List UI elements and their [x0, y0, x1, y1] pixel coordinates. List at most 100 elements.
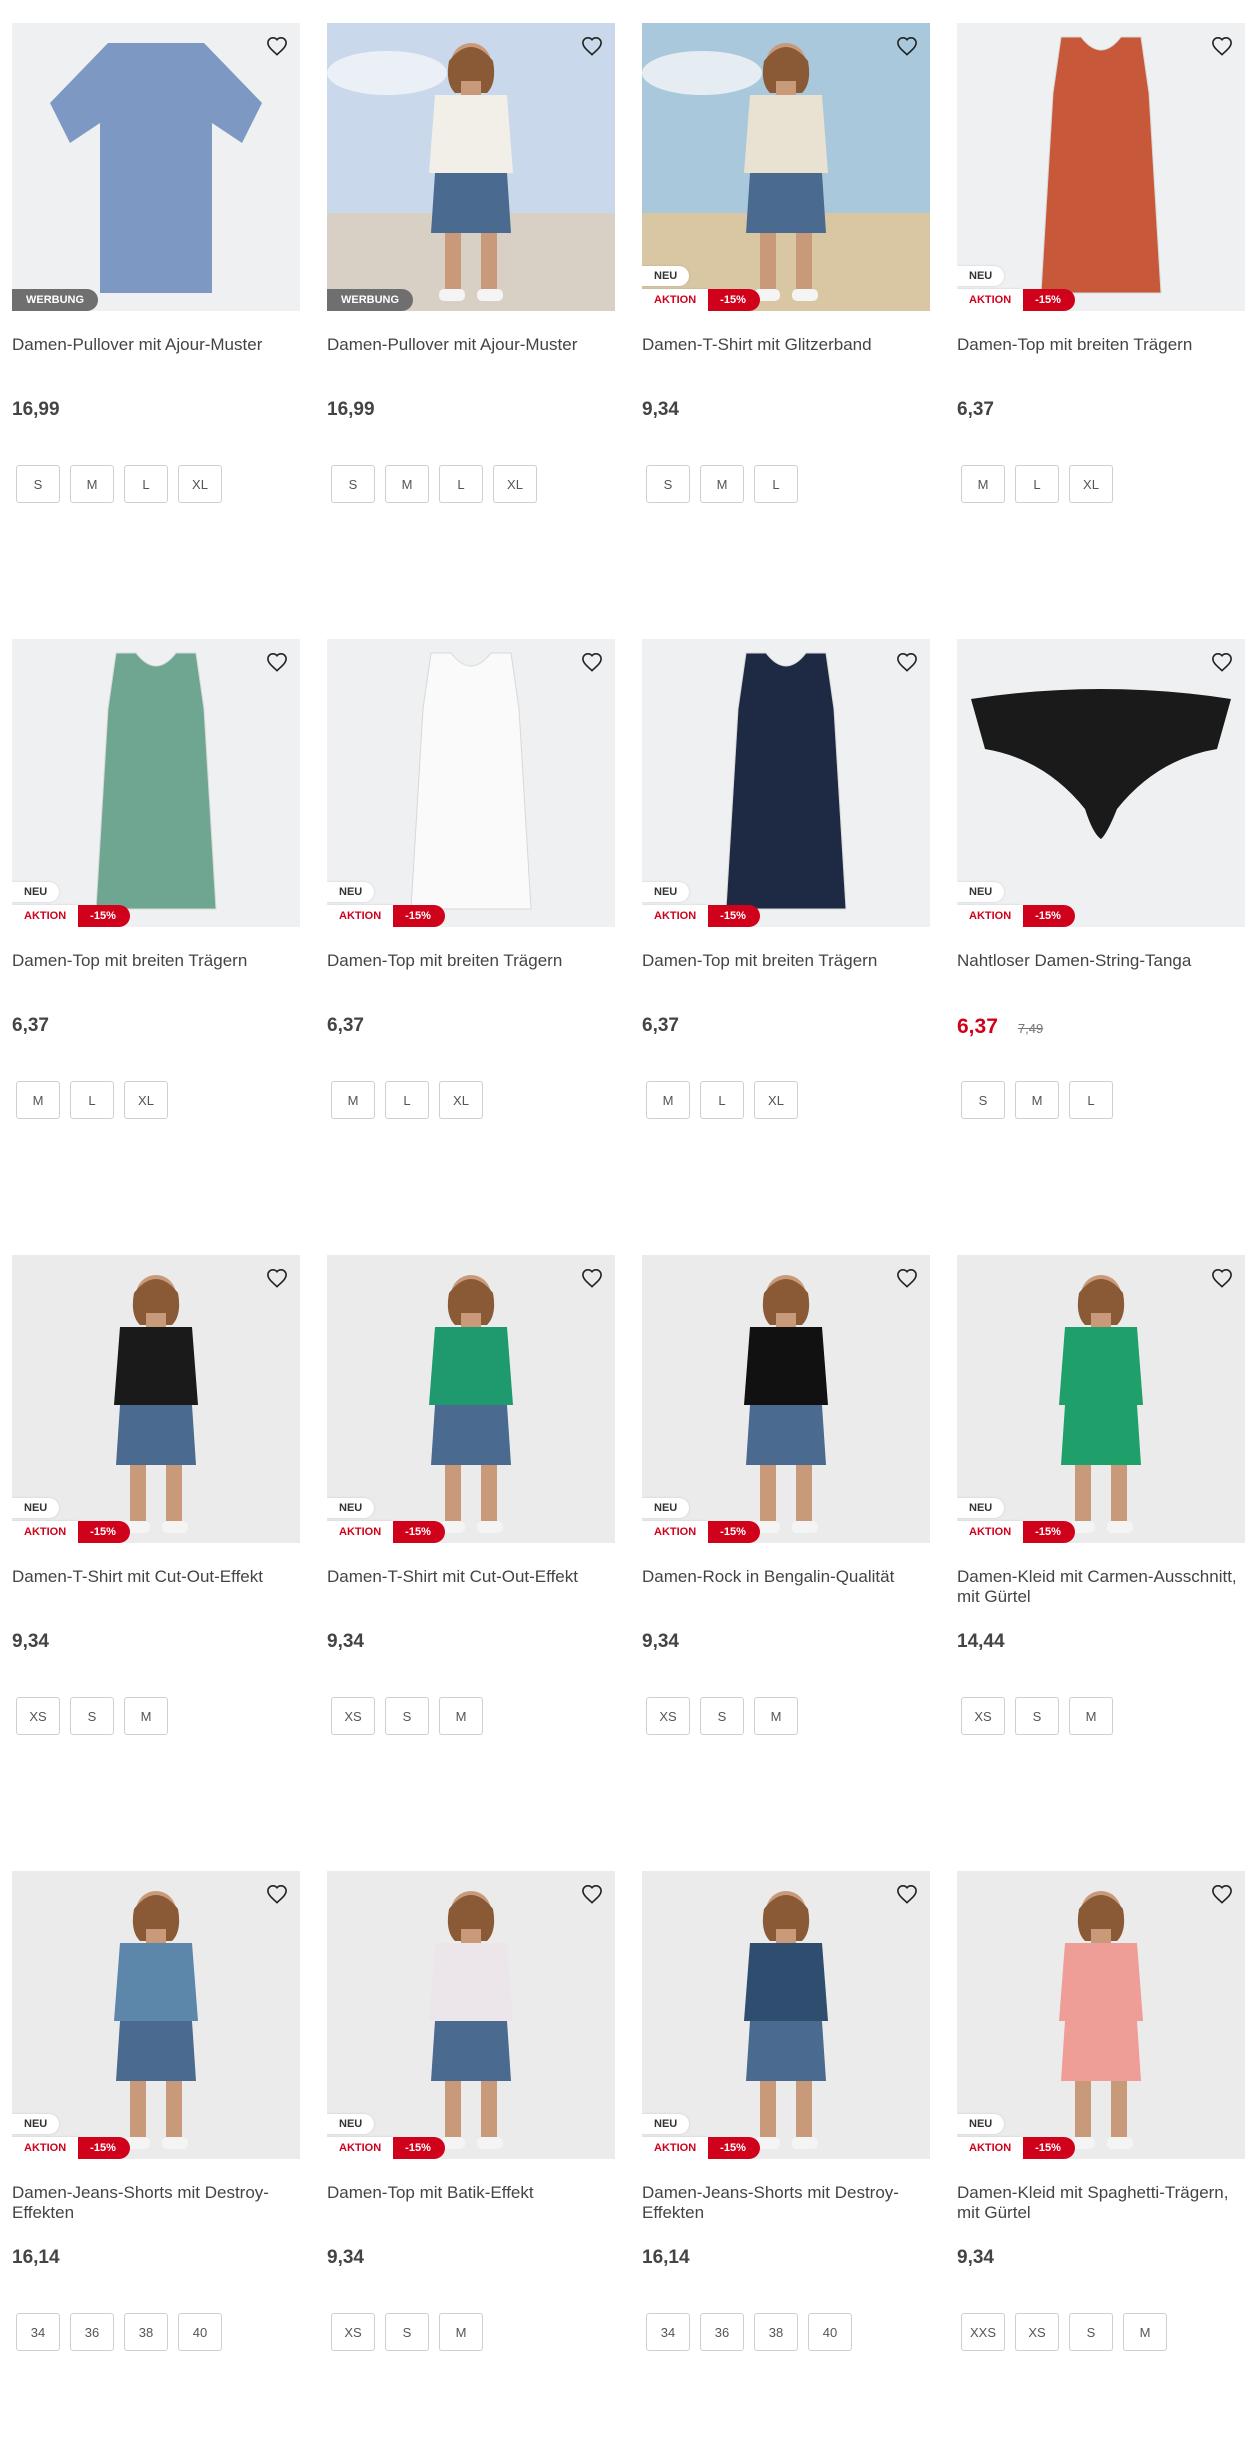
- size-option-m[interactable]: M: [70, 465, 114, 503]
- size-option-m[interactable]: M: [16, 1081, 60, 1119]
- product-image[interactable]: NEU AKTION -15%: [957, 639, 1245, 927]
- wishlist-heart-icon[interactable]: [264, 649, 290, 675]
- size-option-m[interactable]: M: [700, 465, 744, 503]
- product-title[interactable]: Damen-Top mit breiten Trägern: [957, 335, 1245, 379]
- product-card[interactable]: NEU AKTION -15% Damen-Jeans-Shorts mit Dest…: [642, 1871, 930, 2431]
- size-option-m[interactable]: M: [439, 1697, 483, 1735]
- size-option-m[interactable]: M: [646, 1081, 690, 1119]
- size-option-m[interactable]: M: [385, 465, 429, 503]
- product-card[interactable]: NEU AKTION -15% Damen-Top mit breiten Träge…: [12, 639, 300, 1199]
- size-option-l[interactable]: L: [754, 465, 798, 503]
- product-image[interactable]: NEU AKTION -15%: [957, 23, 1245, 311]
- size-option-l[interactable]: L: [439, 465, 483, 503]
- size-option-m[interactable]: M: [1123, 2313, 1167, 2351]
- product-title[interactable]: Damen-Kleid mit Carmen-Ausschnitt, mit G…: [957, 1567, 1245, 1611]
- wishlist-heart-icon[interactable]: [579, 649, 605, 675]
- wishlist-heart-icon[interactable]: [264, 1881, 290, 1907]
- size-option-l[interactable]: L: [1015, 465, 1059, 503]
- size-option-xl[interactable]: XL: [439, 1081, 483, 1119]
- size-option-s[interactable]: S: [1069, 2313, 1113, 2351]
- product-card[interactable]: NEU AKTION -15% Damen-T-Shirt mit Glitzerba…: [642, 23, 930, 583]
- size-option-m[interactable]: M: [331, 1081, 375, 1119]
- product-title[interactable]: Damen-Jeans-Shorts mit Destroy-Effekten: [642, 2183, 930, 2227]
- product-title[interactable]: Damen-Pullover mit Ajour-Muster: [12, 335, 300, 379]
- size-option-s[interactable]: S: [331, 465, 375, 503]
- product-card[interactable]: NEU AKTION -15% Damen-Top mit breiten Träge…: [957, 23, 1245, 583]
- product-card[interactable]: NEU AKTION -15% Damen-T-Shirt mit Cut-Out-E…: [12, 1255, 300, 1815]
- size-option-xs[interactable]: XS: [1015, 2313, 1059, 2351]
- product-image[interactable]: WERBUNG: [12, 23, 300, 311]
- size-option-s[interactable]: S: [961, 1081, 1005, 1119]
- size-option-l[interactable]: L: [1069, 1081, 1113, 1119]
- product-card[interactable]: NEU AKTION -15% Damen-Top mit breiten Träge…: [642, 639, 930, 1199]
- product-card[interactable]: NEU AKTION -15% Damen-Kleid mit Spaghetti-T…: [957, 1871, 1245, 2431]
- wishlist-heart-icon[interactable]: [1209, 1881, 1235, 1907]
- product-title[interactable]: Damen-Pullover mit Ajour-Muster: [327, 335, 615, 379]
- size-option-s[interactable]: S: [646, 465, 690, 503]
- product-title[interactable]: Damen-Rock in Bengalin-Qualität: [642, 1567, 930, 1611]
- size-option-xl[interactable]: XL: [1069, 465, 1113, 503]
- product-title[interactable]: Damen-Top mit breiten Trägern: [642, 951, 930, 995]
- size-option-l[interactable]: L: [385, 1081, 429, 1119]
- size-option-40[interactable]: 40: [178, 2313, 222, 2351]
- product-title[interactable]: Damen-T-Shirt mit Cut-Out-Effekt: [12, 1567, 300, 1611]
- size-option-xs[interactable]: XS: [646, 1697, 690, 1735]
- size-option-m[interactable]: M: [961, 465, 1005, 503]
- wishlist-heart-icon[interactable]: [894, 649, 920, 675]
- product-title[interactable]: Damen-Top mit Batik-Effekt: [327, 2183, 615, 2227]
- product-title[interactable]: Nahtloser Damen-String-Tanga: [957, 951, 1245, 995]
- size-option-xs[interactable]: XS: [331, 1697, 375, 1735]
- size-option-s[interactable]: S: [385, 1697, 429, 1735]
- size-option-xl[interactable]: XL: [124, 1081, 168, 1119]
- product-image[interactable]: NEU AKTION -15%: [327, 1871, 615, 2159]
- size-option-38[interactable]: 38: [754, 2313, 798, 2351]
- wishlist-heart-icon[interactable]: [579, 1881, 605, 1907]
- size-option-36[interactable]: 36: [700, 2313, 744, 2351]
- size-option-s[interactable]: S: [16, 465, 60, 503]
- product-title[interactable]: Damen-Jeans-Shorts mit Destroy-Effekten: [12, 2183, 300, 2227]
- product-image[interactable]: NEU AKTION -15%: [327, 639, 615, 927]
- size-option-xl[interactable]: XL: [493, 465, 537, 503]
- size-option-34[interactable]: 34: [16, 2313, 60, 2351]
- wishlist-heart-icon[interactable]: [1209, 33, 1235, 59]
- product-image[interactable]: NEU AKTION -15%: [957, 1871, 1245, 2159]
- product-image[interactable]: NEU AKTION -15%: [327, 1255, 615, 1543]
- wishlist-heart-icon[interactable]: [894, 1265, 920, 1291]
- size-option-xxs[interactable]: XXS: [961, 2313, 1005, 2351]
- product-title[interactable]: Damen-T-Shirt mit Cut-Out-Effekt: [327, 1567, 615, 1611]
- size-option-xs[interactable]: XS: [961, 1697, 1005, 1735]
- size-option-s[interactable]: S: [1015, 1697, 1059, 1735]
- product-card[interactable]: NEU AKTION -15% Damen-Jeans-Shorts mit Dest…: [12, 1871, 300, 2431]
- wishlist-heart-icon[interactable]: [1209, 1265, 1235, 1291]
- product-card[interactable]: NEU AKTION -15% Damen-Rock in Bengalin-Qual…: [642, 1255, 930, 1815]
- size-option-m[interactable]: M: [439, 2313, 483, 2351]
- size-option-m[interactable]: M: [1015, 1081, 1059, 1119]
- size-option-m[interactable]: M: [1069, 1697, 1113, 1735]
- wishlist-heart-icon[interactable]: [894, 33, 920, 59]
- product-image[interactable]: NEU AKTION -15%: [12, 1255, 300, 1543]
- product-title[interactable]: Damen-Top mit breiten Trägern: [327, 951, 615, 995]
- wishlist-heart-icon[interactable]: [1209, 649, 1235, 675]
- product-image[interactable]: NEU AKTION -15%: [957, 1255, 1245, 1543]
- product-card[interactable]: NEU AKTION -15% Nahtloser Damen-String-Tang…: [957, 639, 1245, 1199]
- size-option-34[interactable]: 34: [646, 2313, 690, 2351]
- product-title[interactable]: Damen-Kleid mit Spaghetti-Trägern, mit G…: [957, 2183, 1245, 2227]
- product-card[interactable]: NEU AKTION -15% Damen-Top mit breiten Träge…: [327, 639, 615, 1199]
- size-option-xl[interactable]: XL: [178, 465, 222, 503]
- size-option-xl[interactable]: XL: [754, 1081, 798, 1119]
- product-image[interactable]: NEU AKTION -15%: [12, 1871, 300, 2159]
- size-option-36[interactable]: 36: [70, 2313, 114, 2351]
- product-image[interactable]: NEU AKTION -15%: [642, 1871, 930, 2159]
- product-title[interactable]: Damen-T-Shirt mit Glitzerband: [642, 335, 930, 379]
- size-option-s[interactable]: S: [385, 2313, 429, 2351]
- size-option-xs[interactable]: XS: [331, 2313, 375, 2351]
- product-title[interactable]: Damen-Top mit breiten Trägern: [12, 951, 300, 995]
- product-image[interactable]: WERBUNG: [327, 23, 615, 311]
- product-image[interactable]: NEU AKTION -15%: [12, 639, 300, 927]
- product-card[interactable]: WERBUNG Damen-Pullover mit Ajour-Muster 16…: [12, 23, 300, 583]
- size-option-l[interactable]: L: [70, 1081, 114, 1119]
- size-option-l[interactable]: L: [700, 1081, 744, 1119]
- size-option-40[interactable]: 40: [808, 2313, 852, 2351]
- wishlist-heart-icon[interactable]: [579, 33, 605, 59]
- product-card[interactable]: NEU AKTION -15% Damen-T-Shirt mit Cut-Out-E…: [327, 1255, 615, 1815]
